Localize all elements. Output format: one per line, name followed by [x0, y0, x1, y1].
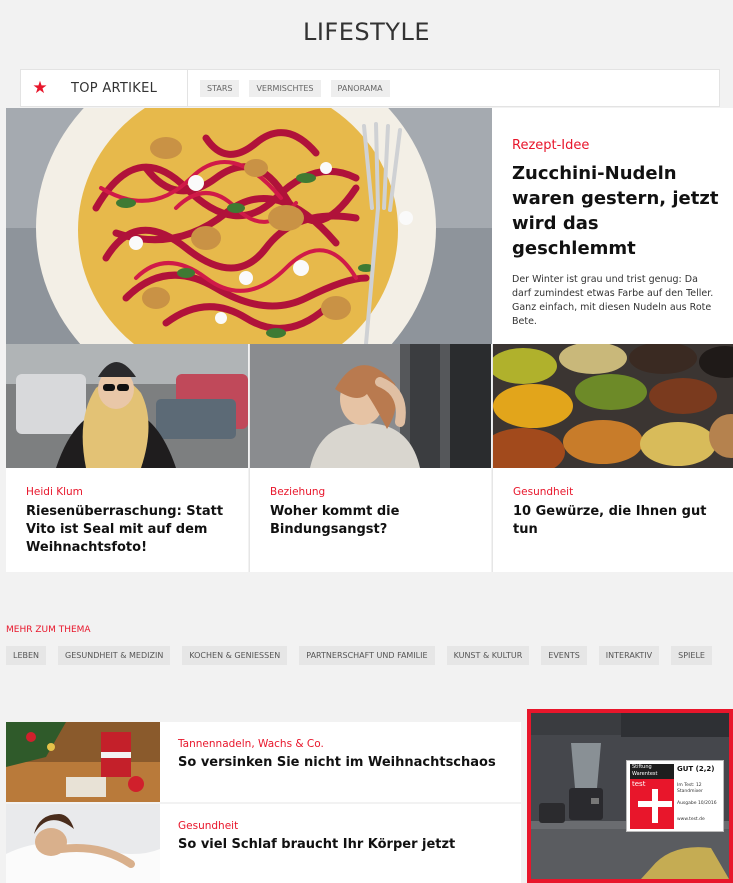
- article-kicker: Gesundheit: [513, 486, 574, 498]
- tag-interaktiv[interactable]: INTERAKTIV: [598, 646, 660, 665]
- seal-line-2: Ausgabe 10/2016: [677, 801, 717, 806]
- seal-cross-bar: [638, 801, 672, 807]
- star-icon: ★: [32, 78, 48, 98]
- list-item-image[interactable]: [6, 804, 160, 883]
- article-card[interactable]: Gesundheit 10 Gewürze, die Ihnen gut tun: [492, 344, 733, 572]
- list-item-headline[interactable]: So viel Schlaf braucht Ihr Körper jetzt: [178, 836, 515, 854]
- tag-gesundheit-medizin[interactable]: GESUNDHEIT & MEDIZIN: [58, 646, 171, 665]
- top-artikel-tab[interactable]: TOP ARTIKEL: [59, 81, 187, 96]
- list-item-image[interactable]: [6, 722, 160, 802]
- list-item[interactable]: Tannennadeln, Wachs & Co. So versinken S…: [6, 722, 521, 802]
- tab-vermischtes[interactable]: VERMISCHTES: [249, 79, 321, 97]
- divider: [187, 69, 188, 107]
- seal-grade: GUT (2,2): [677, 765, 715, 773]
- hero-image[interactable]: [6, 108, 492, 344]
- tab-panorama[interactable]: PANORAMA: [330, 79, 390, 97]
- list-item-headline[interactable]: So versinken Sie nicht im Weihnachtschao…: [178, 754, 515, 772]
- tab-stars[interactable]: STARS: [200, 79, 240, 97]
- article-kicker: Beziehung: [270, 486, 326, 498]
- mehr-zum-thema-label: MEHR ZUM THEMA: [6, 625, 91, 635]
- article-headline[interactable]: Riesenüberraschung: Statt Vito ist Seal …: [26, 503, 234, 557]
- topic-tags: LEBEN GESUNDHEIT & MEDIZIN KOCHEN & GENI…: [6, 646, 726, 677]
- hero-teaser-text: Der Winter ist grau und trist genug: Da …: [512, 274, 714, 327]
- article-image[interactable]: [493, 344, 733, 468]
- article-card[interactable]: Heidi Klum Riesenüberraschung: Statt Vit…: [6, 344, 248, 572]
- top-nav: ★ TOP ARTIKEL STARS VERMISCHTES PANORAMA: [20, 69, 720, 107]
- tag-kunst-kultur[interactable]: KUNST & KULTUR: [446, 646, 530, 665]
- tag-events[interactable]: EVENTS: [541, 646, 587, 665]
- seal-test-box: test: [630, 779, 674, 829]
- page-title: LIFESTYLE: [302, 18, 430, 46]
- hero-headline[interactable]: Zucchini-Nudeln waren gestern, jetzt wir…: [512, 161, 719, 261]
- advertisement[interactable]: Stiftung Warentest test GUT (2,2) Im Tes…: [527, 709, 733, 883]
- article-headline[interactable]: Woher kommt die Bindungsangst?: [270, 503, 477, 539]
- seal-line-3: www.test.de: [677, 817, 705, 822]
- tag-kochen-geniessen[interactable]: KOCHEN & GENIESSEN: [182, 646, 288, 665]
- test-seal: Stiftung Warentest test GUT (2,2) Im Tes…: [626, 760, 724, 832]
- article-card[interactable]: Beziehung Woher kommt die Bindungsangst?: [249, 344, 491, 572]
- tag-partnerschaft-familie[interactable]: PARTNERSCHAFT UND FAMILIE: [299, 646, 435, 665]
- hero-kicker: Rezept-Idee: [512, 138, 590, 153]
- article-headline[interactable]: 10 Gewürze, die Ihnen gut tun: [513, 503, 719, 539]
- article-kicker: Heidi Klum: [26, 486, 83, 498]
- tag-leben[interactable]: LEBEN: [6, 646, 47, 665]
- list-item-kicker: Gesundheit: [178, 820, 239, 832]
- hero-teaser[interactable]: Rezept-Idee Zucchini-Nudeln waren gester…: [492, 108, 733, 344]
- list-item[interactable]: Gesundheit So viel Schlaf braucht Ihr Kö…: [6, 804, 521, 883]
- seal-test-label: test: [632, 780, 646, 788]
- article-image[interactable]: [250, 344, 491, 468]
- list-item-kicker: Tannennadeln, Wachs & Co.: [178, 738, 324, 750]
- seal-line-1: Im Test: 12 Standmixer: [677, 783, 703, 794]
- seal-brand: Stiftung Warentest: [630, 764, 674, 779]
- tag-spiele[interactable]: SPIELE: [671, 646, 712, 665]
- article-image[interactable]: [6, 344, 248, 468]
